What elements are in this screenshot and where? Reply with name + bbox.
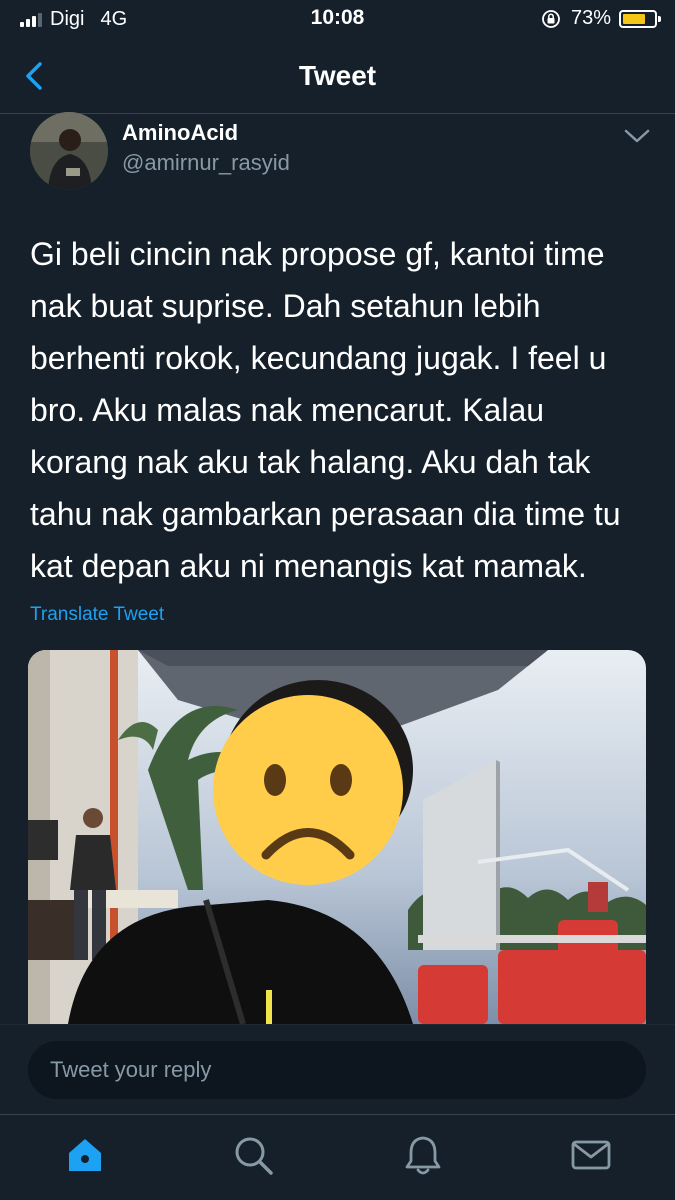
chevron-down-icon[interactable] bbox=[622, 126, 652, 146]
status-bar: Digi 4G 10:08 73% bbox=[0, 0, 675, 40]
avatar[interactable] bbox=[30, 112, 108, 190]
tweet-text-line: nak buat suprise. Dah setahun lebih bbox=[30, 288, 541, 324]
battery-icon bbox=[619, 9, 661, 28]
search-icon[interactable] bbox=[231, 1133, 275, 1177]
bell-icon[interactable] bbox=[401, 1133, 445, 1177]
tweet-text-line: kat depan aku ni menangis kat mamak. bbox=[30, 548, 587, 584]
sad-face-emoji-icon bbox=[213, 695, 403, 885]
display-name[interactable]: AminoAcid bbox=[122, 120, 238, 146]
tweet-text-line: tahu nak gambarkan perasaan dia time tu bbox=[30, 496, 621, 532]
tab-bar bbox=[0, 1114, 675, 1200]
tweet-text-line: bro. Aku malas nak mencarut. Kalau bbox=[30, 392, 545, 428]
tweet-text-line: berhenti rokok, kecundang jugak. I feel … bbox=[30, 340, 607, 376]
status-right: 73% bbox=[541, 7, 661, 30]
nav-bar: Tweet bbox=[0, 40, 675, 114]
tweet-text: Gi beli cincin nak propose gf, kantoi ti… bbox=[30, 228, 645, 592]
page-title: Tweet bbox=[298, 60, 377, 91]
tweet-text-line: korang nak aku tak halang. Aku dah tak bbox=[30, 444, 591, 480]
reply-bar: Tweet your reply bbox=[0, 1024, 675, 1114]
translate-tweet-link[interactable]: Translate Tweet bbox=[30, 604, 164, 626]
tweet-photo[interactable] bbox=[28, 650, 646, 1024]
mail-icon[interactable] bbox=[569, 1133, 613, 1177]
battery-percent: 73% bbox=[570, 7, 611, 29]
reply-input[interactable]: Tweet your reply bbox=[28, 1041, 646, 1099]
home-icon[interactable] bbox=[63, 1133, 107, 1177]
rotation-lock-icon bbox=[542, 9, 560, 28]
tweet-detail-screen: Digi 4G 10:08 73% Tweet AminoAcid @amirn… bbox=[0, 0, 675, 1200]
user-handle[interactable]: @amirnur_rasyid bbox=[122, 150, 290, 176]
tweet-text-line: Gi beli cincin nak propose gf, kantoi ti… bbox=[30, 236, 605, 272]
